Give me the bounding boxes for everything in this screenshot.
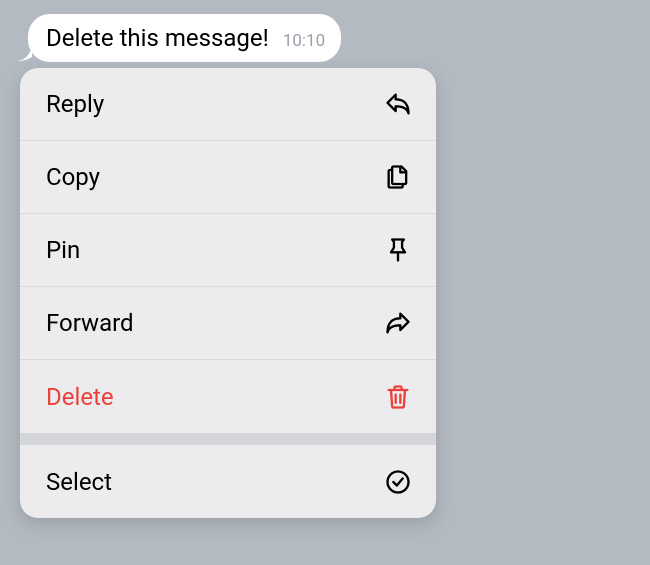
menu-label-copy: Copy [46, 163, 100, 191]
menu-item-reply[interactable]: Reply [20, 68, 436, 141]
reply-icon [384, 90, 412, 118]
message-bubble[interactable]: Delete this message! 10:10 [18, 14, 341, 62]
message-text: Delete this message! [46, 24, 269, 52]
menu-item-select[interactable]: Select [20, 445, 436, 518]
select-icon [384, 468, 412, 496]
pin-icon [384, 236, 412, 264]
menu-item-delete[interactable]: Delete [20, 360, 436, 433]
menu-label-pin: Pin [46, 236, 80, 264]
menu-label-select: Select [46, 468, 112, 496]
menu-separator [20, 433, 436, 445]
trash-icon [384, 383, 412, 411]
forward-icon [384, 309, 412, 337]
menu-item-copy[interactable]: Copy [20, 141, 436, 214]
message-time: 10:10 [283, 31, 325, 51]
menu-label-reply: Reply [46, 90, 104, 118]
menu-item-pin[interactable]: Pin [20, 214, 436, 287]
menu-item-forward[interactable]: Forward [20, 287, 436, 360]
copy-icon [384, 163, 412, 191]
context-menu: Reply Copy Pin Forward [20, 68, 436, 518]
menu-label-delete: Delete [46, 383, 114, 411]
menu-label-forward: Forward [46, 309, 134, 337]
